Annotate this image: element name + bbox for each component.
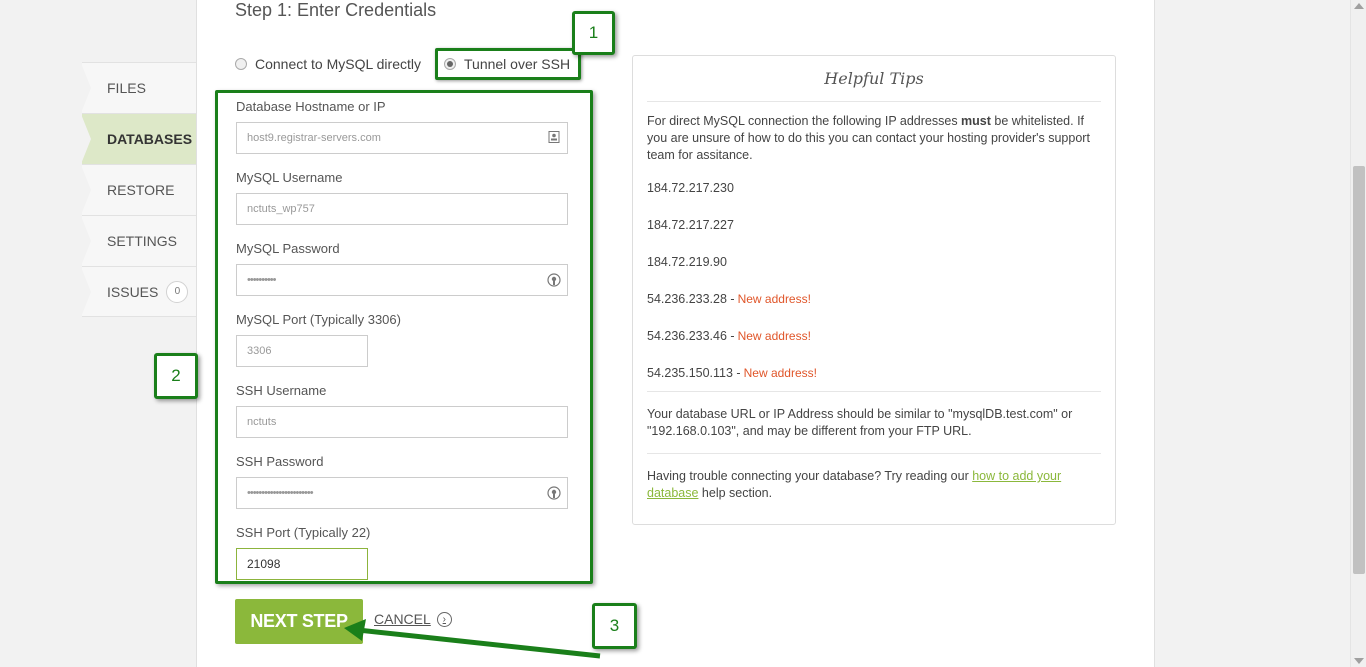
sidebar-item-issues[interactable]: ISSUES 0 bbox=[81, 266, 196, 317]
new-address-note: New address! bbox=[737, 292, 811, 306]
scroll-down-arrow-icon[interactable] bbox=[1354, 658, 1364, 664]
field-label: SSH Port (Typically 22) bbox=[236, 525, 371, 540]
sidebar-item-databases[interactable]: DATABASES bbox=[81, 113, 196, 164]
page-scrollbar[interactable] bbox=[1350, 0, 1366, 667]
ip-item: 54.235.150.113 - New address! bbox=[647, 365, 1101, 391]
input-value: host9.registrar-servers.com bbox=[247, 132, 381, 144]
contact-card-icon[interactable] bbox=[547, 131, 561, 145]
field-label: SSH Username bbox=[236, 383, 327, 398]
radio-connect-direct[interactable]: Connect to MySQL directly bbox=[235, 56, 421, 72]
help-text-rest: help section. bbox=[698, 486, 773, 500]
input-value: 3306 bbox=[247, 345, 272, 357]
input-value: 21098 bbox=[247, 557, 281, 571]
radio-button-selected[interactable] bbox=[444, 58, 456, 70]
page-title: Step 1: Enter Credentials bbox=[235, 0, 437, 20]
input-value: ••••••••••••••••••••••• bbox=[247, 487, 314, 499]
scrollbar-thumb[interactable] bbox=[1353, 166, 1365, 574]
field-label: SSH Password bbox=[236, 454, 324, 469]
field-label: Database Hostname or IP bbox=[236, 99, 386, 114]
field-mysql-port: MySQL Port (Typically 3306) 3306 bbox=[236, 312, 401, 367]
radio-button[interactable] bbox=[235, 58, 247, 70]
ip-list: 184.72.217.230 184.72.217.227 184.72.219… bbox=[647, 180, 1101, 391]
ip-item: 184.72.217.230 bbox=[647, 180, 1101, 217]
sidebar-item-files[interactable]: FILES bbox=[81, 62, 196, 113]
main-panel: Step 1: Enter Credentials Connect to MyS… bbox=[196, 0, 1155, 667]
sidebar-item-label: SETTINGS bbox=[107, 233, 178, 249]
divider bbox=[647, 453, 1101, 454]
sidebar-item-label: DATABASES bbox=[107, 131, 193, 147]
help-note: Having trouble connecting your database?… bbox=[647, 468, 1101, 502]
ip-address: 54.236.233.46 - bbox=[647, 329, 735, 343]
new-address-note: New address! bbox=[743, 366, 817, 380]
issues-count-badge: 0 bbox=[166, 280, 189, 303]
field-ssh-username: SSH Username nctuts bbox=[236, 383, 568, 438]
ip-address: 54.236.233.28 - bbox=[647, 292, 735, 306]
ip-item: 184.72.217.227 bbox=[647, 217, 1101, 254]
sidebar-item-label: RESTORE bbox=[107, 182, 175, 198]
scroll-up-arrow-icon[interactable] bbox=[1354, 3, 1364, 9]
callout-badge-1: 1 bbox=[572, 11, 615, 55]
sidebar-item-label: ISSUES bbox=[107, 283, 159, 300]
field-db-host: Database Hostname or IP host9.registrar-… bbox=[236, 99, 568, 154]
ip-address: 184.72.219.90 bbox=[647, 255, 727, 269]
ssh-username-input[interactable]: nctuts bbox=[236, 406, 568, 438]
sidebar-nav: FILES DATABASES RESTORE SETTINGS ISSUES … bbox=[81, 62, 196, 317]
field-ssh-password: SSH Password ••••••••••••••••••••••• bbox=[236, 454, 568, 509]
ip-item: 54.236.233.28 - New address! bbox=[647, 291, 1101, 328]
password-reveal-icon[interactable] bbox=[547, 486, 561, 500]
field-label: MySQL Port (Typically 3306) bbox=[236, 312, 401, 327]
tips-intro-bold: must bbox=[961, 114, 991, 128]
ssh-password-input[interactable]: ••••••••••••••••••••••• bbox=[236, 477, 568, 509]
sidebar-item-restore[interactable]: RESTORE bbox=[81, 164, 196, 215]
ip-item: 54.236.233.46 - New address! bbox=[647, 328, 1101, 365]
mysql-password-input[interactable]: •••••••••• bbox=[236, 264, 568, 296]
input-value: nctuts bbox=[247, 416, 277, 428]
ssh-port-input[interactable]: 21098 bbox=[236, 548, 368, 580]
field-mysql-username: MySQL Username nctuts_wp757 bbox=[236, 170, 568, 225]
field-label: MySQL Username bbox=[236, 170, 343, 185]
mysql-port-input[interactable]: 3306 bbox=[236, 335, 368, 367]
password-reveal-icon[interactable] bbox=[547, 273, 561, 287]
field-mysql-password: MySQL Password •••••••••• bbox=[236, 241, 568, 296]
radio-label: Tunnel over SSH bbox=[464, 56, 571, 72]
callout-badge-3: 3 bbox=[592, 603, 637, 649]
ip-address: 54.235.150.113 - bbox=[647, 366, 741, 380]
ip-address: 184.72.217.230 bbox=[647, 181, 734, 195]
cancel-label: CANCEL bbox=[374, 611, 431, 627]
divider bbox=[647, 391, 1101, 392]
connection-type-group: Connect to MySQL directly Tunnel over SS… bbox=[235, 48, 582, 80]
chevron-right-circle-icon: › bbox=[436, 611, 452, 627]
radio-tunnel-ssh[interactable]: Tunnel over SSH bbox=[435, 48, 582, 80]
input-value: nctuts_wp757 bbox=[247, 203, 315, 215]
field-ssh-port: SSH Port (Typically 22) 21098 bbox=[236, 525, 370, 580]
ip-address: 184.72.217.227 bbox=[647, 218, 734, 232]
new-address-note: New address! bbox=[737, 329, 811, 343]
db-host-input[interactable]: host9.registrar-servers.com bbox=[236, 122, 568, 154]
input-value: •••••••••• bbox=[247, 274, 276, 286]
tips-title: Helpful Tips bbox=[824, 69, 924, 88]
cancel-button[interactable]: CANCEL › bbox=[374, 611, 452, 627]
credentials-form-highlight: Database Hostname or IP host9.registrar-… bbox=[215, 90, 593, 584]
help-text: Having trouble connecting your database?… bbox=[647, 469, 973, 483]
next-step-button[interactable]: NEXT STEP bbox=[235, 599, 363, 644]
sidebar-item-settings[interactable]: SETTINGS bbox=[81, 215, 196, 266]
tips-intro-text: For direct MySQL connection the followin… bbox=[647, 114, 962, 128]
url-note: Your database URL or IP Address should b… bbox=[647, 407, 1073, 438]
divider bbox=[647, 101, 1101, 102]
radio-label: Connect to MySQL directly bbox=[255, 56, 421, 72]
sidebar-item-label: FILES bbox=[107, 80, 146, 96]
ip-item: 184.72.219.90 bbox=[647, 254, 1101, 291]
field-label: MySQL Password bbox=[236, 241, 340, 256]
helpful-tips-panel: Helpful Tips For direct MySQL connection… bbox=[632, 55, 1116, 525]
mysql-username-input[interactable]: nctuts_wp757 bbox=[236, 193, 568, 225]
tips-intro: For direct MySQL connection the followin… bbox=[647, 113, 1101, 164]
callout-badge-2: 2 bbox=[154, 353, 198, 399]
